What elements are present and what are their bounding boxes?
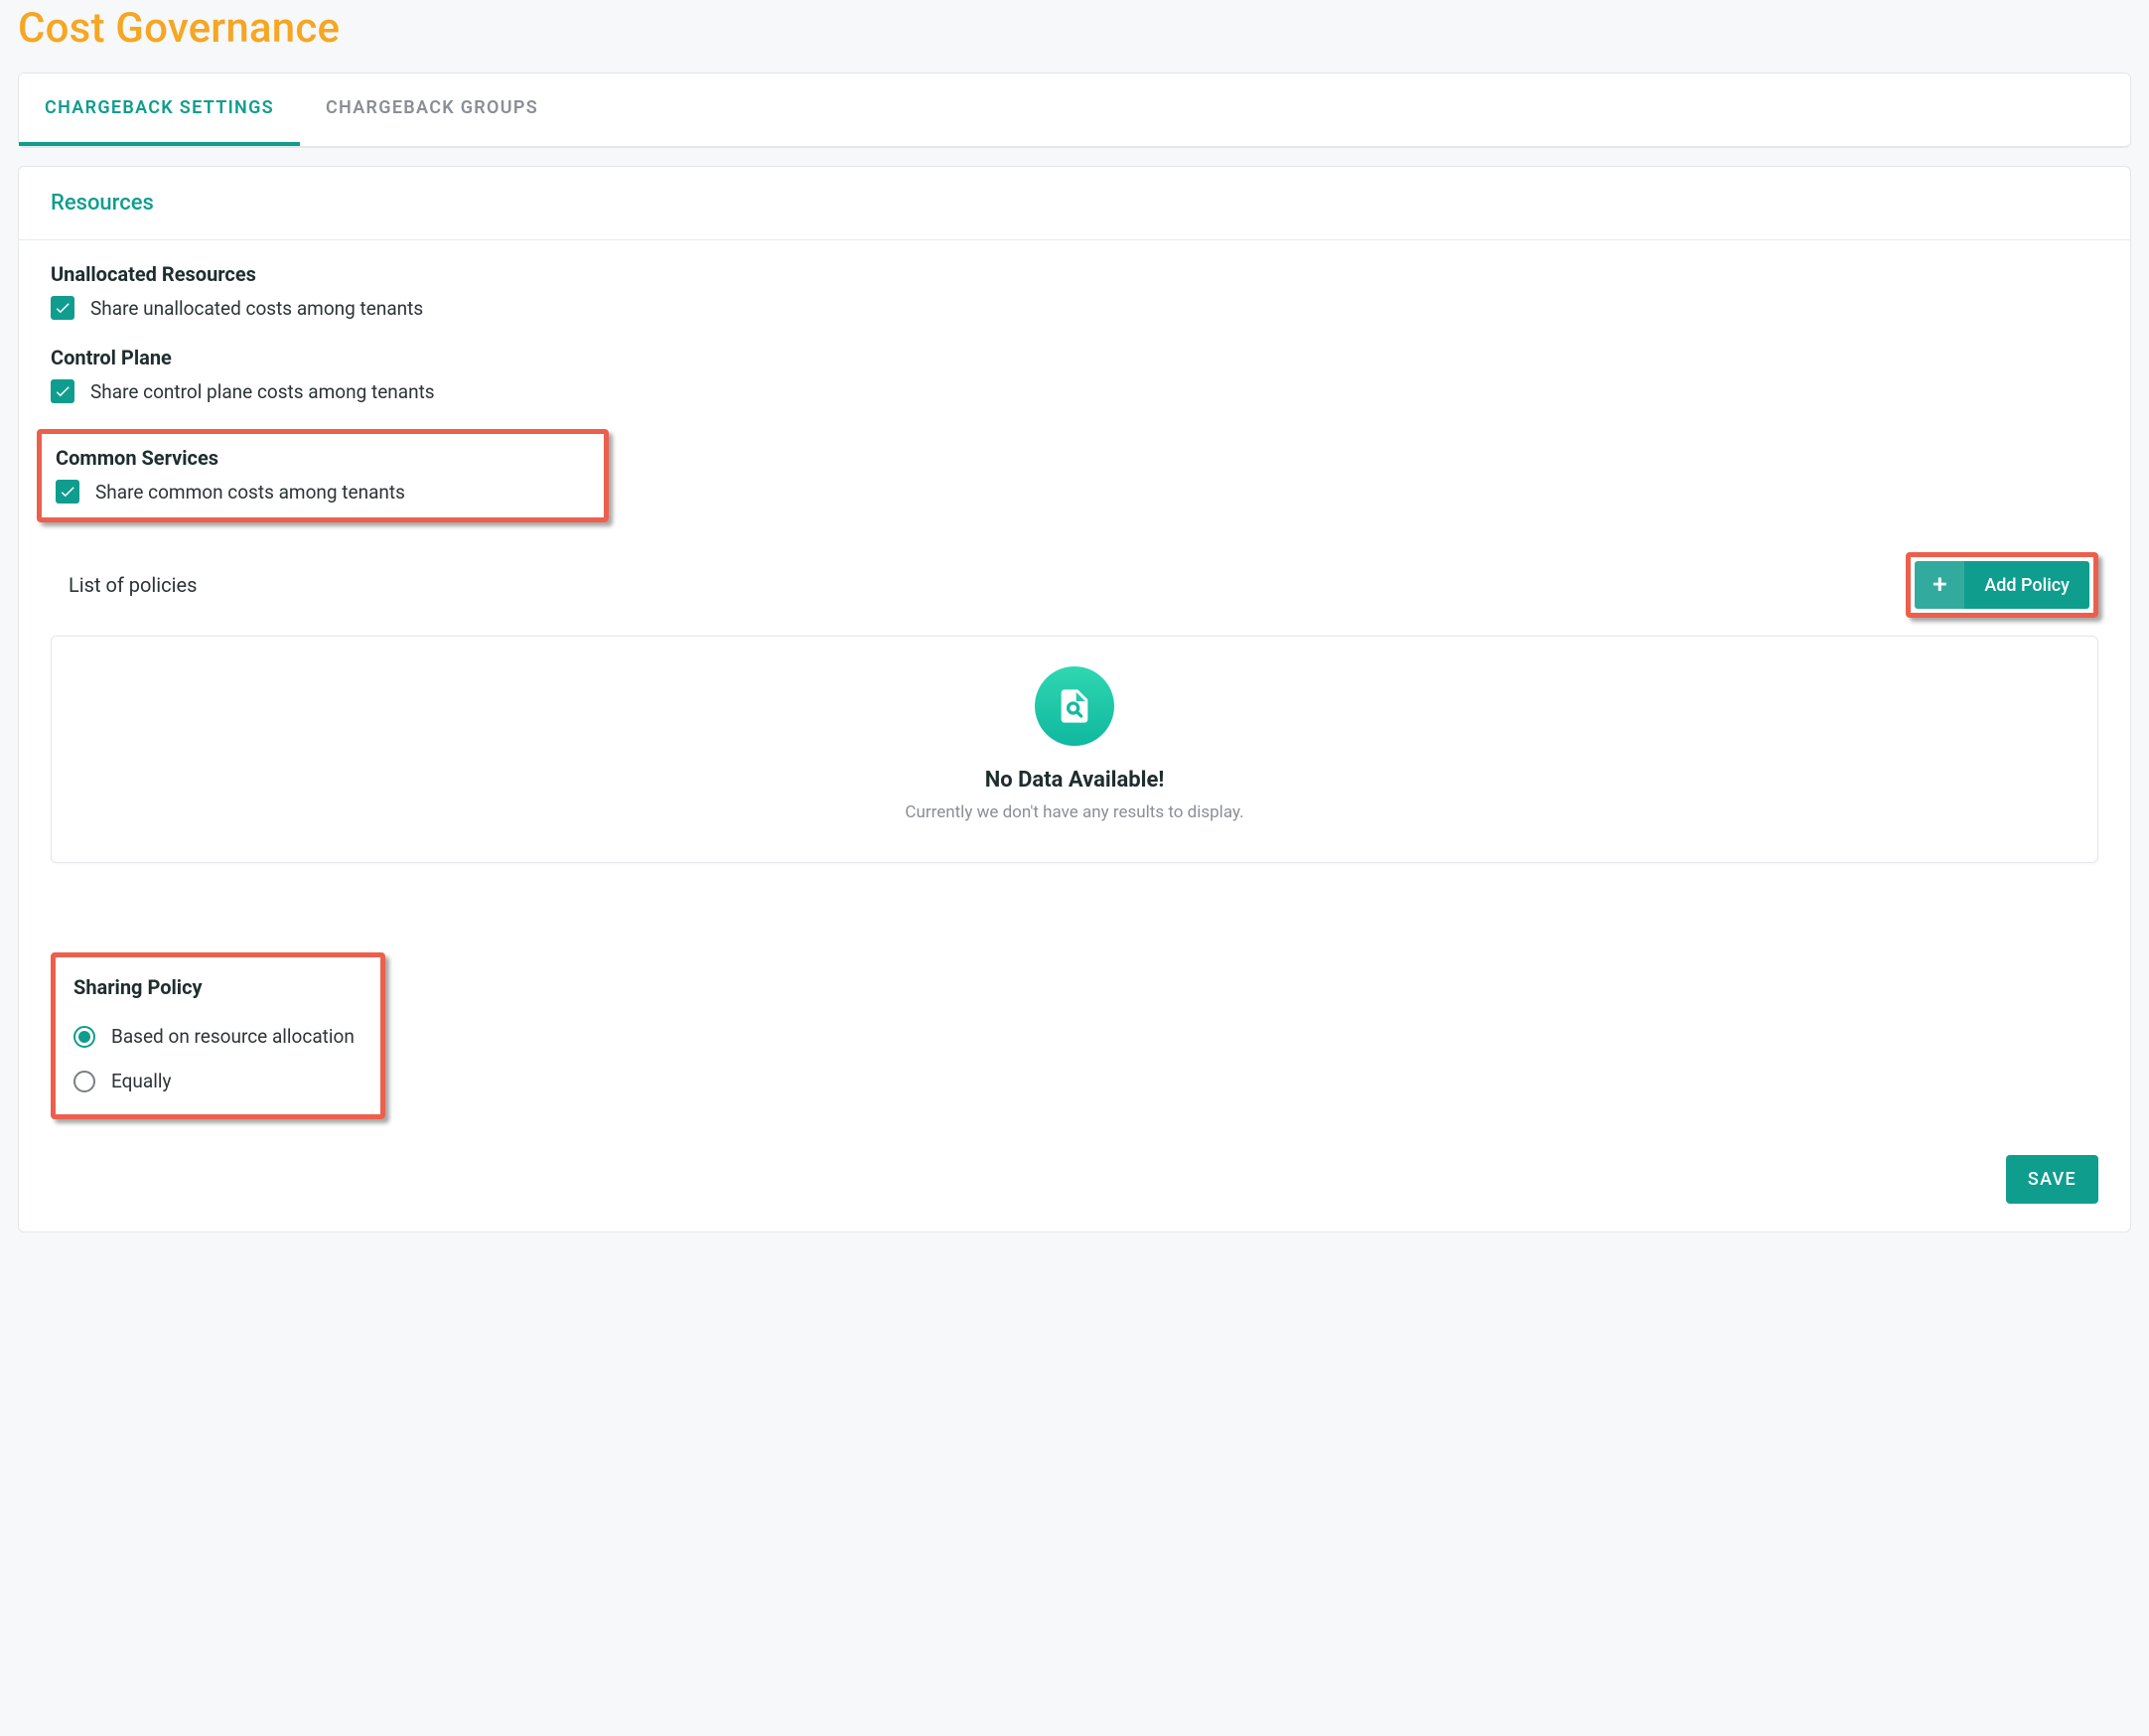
- radio-resource-allocation-input[interactable]: [73, 1026, 95, 1048]
- sharing-policy-title: Sharing Policy: [73, 975, 355, 999]
- radio-equally-label: Equally: [111, 1070, 171, 1092]
- common-services-title: Common Services: [56, 446, 405, 470]
- empty-state-icon: [1035, 666, 1114, 746]
- control-plane-label: Share control plane costs among tenants: [90, 380, 435, 403]
- control-plane-title: Control Plane: [51, 346, 2098, 369]
- radio-equally-input[interactable]: [73, 1071, 95, 1092]
- common-services-label: Share common costs among tenants: [95, 481, 405, 504]
- plus-icon: +: [1915, 561, 1964, 609]
- page-title: Cost Governance: [18, 4, 2131, 53]
- empty-title: No Data Available!: [72, 768, 2077, 793]
- resources-card: Resources Unallocated Resources Share un…: [18, 166, 2131, 1232]
- common-services-group: Common Services Share common costs among…: [56, 446, 405, 504]
- sharing-policy-section: Sharing Policy Based on resource allocat…: [51, 952, 2098, 1119]
- check-icon: [59, 483, 76, 501]
- unallocated-checkbox[interactable]: [51, 296, 74, 320]
- policies-list-label: List of policies: [51, 573, 197, 597]
- control-plane-group: Control Plane Share control plane costs …: [51, 346, 2098, 403]
- add-policy-button[interactable]: + Add Policy: [1915, 561, 2089, 609]
- policies-row: List of policies + Add Policy: [51, 552, 2098, 618]
- tabs: CHARGEBACK SETTINGS CHARGEBACK GROUPS: [19, 73, 2130, 147]
- sharing-policy-highlight: Sharing Policy Based on resource allocat…: [51, 952, 385, 1119]
- radio-resource-allocation[interactable]: Based on resource allocation: [73, 1025, 355, 1048]
- radio-resource-allocation-label: Based on resource allocation: [111, 1025, 355, 1048]
- empty-subtitle: Currently we don't have any results to d…: [72, 802, 2077, 822]
- check-icon: [54, 299, 72, 317]
- check-icon: [54, 382, 72, 400]
- policies-empty-state: No Data Available! Currently we don't ha…: [51, 636, 2098, 863]
- common-services-highlight: Common Services Share common costs among…: [37, 429, 609, 522]
- unallocated-title: Unallocated Resources: [51, 262, 2098, 286]
- resources-header: Resources: [19, 167, 2130, 240]
- save-button[interactable]: SAVE: [2006, 1155, 2098, 1204]
- tab-chargeback-settings[interactable]: CHARGEBACK SETTINGS: [19, 73, 300, 146]
- unallocated-label: Share unallocated costs among tenants: [90, 297, 423, 320]
- add-policy-label: Add Policy: [1964, 575, 2089, 596]
- tabs-card: CHARGEBACK SETTINGS CHARGEBACK GROUPS: [18, 72, 2131, 148]
- radio-equally[interactable]: Equally: [73, 1070, 355, 1092]
- unallocated-resources-group: Unallocated Resources Share unallocated …: [51, 262, 2098, 320]
- common-services-checkbox[interactable]: [56, 480, 79, 504]
- document-search-icon: [1055, 686, 1094, 726]
- add-policy-highlight: + Add Policy: [1906, 552, 2098, 618]
- tab-chargeback-groups[interactable]: CHARGEBACK GROUPS: [300, 73, 564, 146]
- footer: SAVE: [19, 1155, 2130, 1231]
- control-plane-checkbox[interactable]: [51, 379, 74, 403]
